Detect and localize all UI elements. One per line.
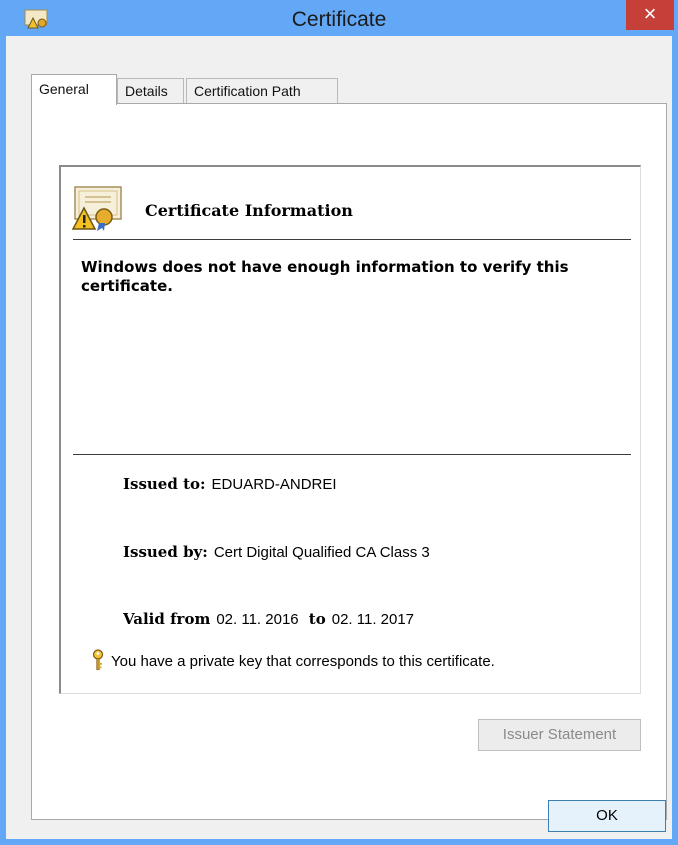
details-divider [73, 454, 631, 455]
close-icon: × [643, 1, 657, 26]
valid-from-value: 02. 11. 2016 [216, 611, 299, 628]
certificate-info-heading: Certificate Information [145, 201, 353, 220]
private-key-text: You have a private key that corresponds … [111, 653, 495, 670]
close-button[interactable]: × [626, 0, 674, 30]
issuer-statement-button[interactable]: Issuer Statement [478, 719, 641, 751]
ok-button[interactable]: OK [548, 800, 666, 832]
validity-row: Valid from 02. 11. 2016 to 02. 11. 2017 [123, 610, 414, 628]
issued-to-label: Issued to: [123, 475, 206, 493]
valid-from-label: Valid from [123, 610, 211, 628]
private-key-row: You have a private key that corresponds … [91, 649, 495, 671]
certificate-info-box: Certificate Information Windows does not… [59, 165, 641, 694]
issued-by-value: Cert Digital Qualified CA Class 3 [213, 544, 430, 561]
issued-to-value: EDUARD-ANDREI [211, 476, 337, 493]
dialog-client-area: General Details Certification Path Certi… [6, 36, 672, 839]
verification-warning: Windows does not have enough information… [81, 258, 569, 295]
window-title: Certificate [291, 8, 387, 31]
valid-to-label: to [308, 610, 326, 628]
issued-to-row: Issued to: EDUARD-ANDREI [123, 475, 337, 493]
title-bar[interactable]: Certificate × [0, 0, 678, 36]
tab-certification-path[interactable]: Certification Path [186, 78, 338, 104]
tab-details[interactable]: Details [117, 78, 184, 104]
key-icon [92, 649, 104, 670]
valid-to-value: 02. 11. 2017 [331, 611, 415, 628]
general-tab-panel: Certificate Information Windows does not… [31, 103, 667, 820]
tab-general[interactable]: General [31, 74, 117, 105]
issued-by-row: Issued by: Cert Digital Qualified CA Clas… [123, 543, 430, 561]
certificate-warning-icon [71, 186, 122, 231]
heading-divider [73, 239, 631, 240]
certificate-dialog: Certificate × General Details Certificat… [0, 0, 678, 845]
issued-by-label: Issued by: [123, 543, 208, 561]
